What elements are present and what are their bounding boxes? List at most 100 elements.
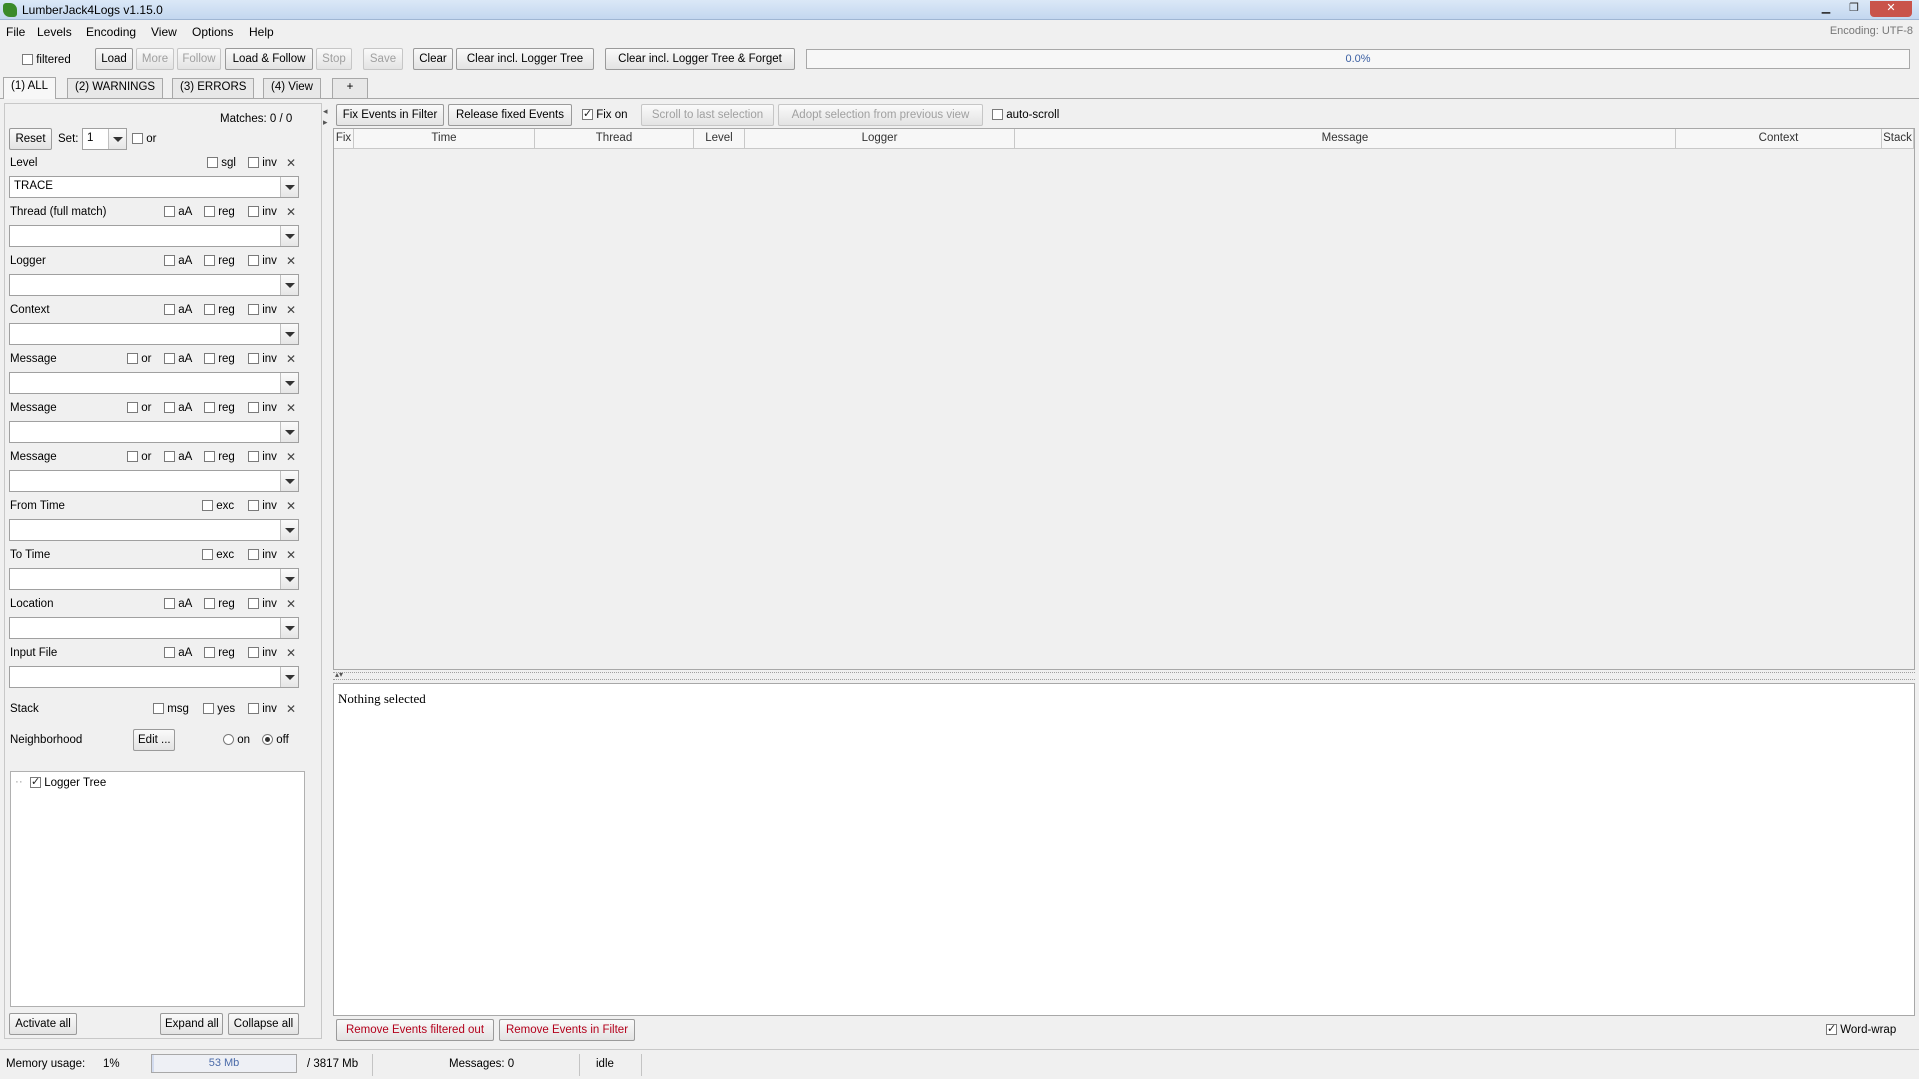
load-follow-button[interactable]: Load & Follow bbox=[225, 48, 313, 70]
auto-scroll-checkbox[interactable] bbox=[992, 109, 1003, 121]
location-aa-option[interactable]: aA bbox=[164, 598, 192, 610]
menu-encoding[interactable]: Encoding bbox=[86, 25, 136, 39]
thread-reg-checkbox[interactable] bbox=[204, 206, 215, 218]
menu-levels[interactable]: Levels bbox=[37, 25, 72, 39]
fix-events-in-filter-button[interactable]: Fix Events in Filter bbox=[336, 104, 444, 126]
release-fixed-events-button[interactable]: Release fixed Events bbox=[448, 104, 572, 126]
neighborhood-off-radio[interactable] bbox=[262, 734, 273, 746]
to-time-exc-option[interactable]: exc bbox=[202, 549, 234, 561]
tab-warnings[interactable]: (2) WARNINGS bbox=[67, 78, 164, 98]
context-aa-option[interactable]: aA bbox=[164, 304, 192, 316]
collapse-left-icon[interactable]: ◂ bbox=[323, 106, 328, 117]
logger-inv-option[interactable]: inv bbox=[248, 255, 277, 267]
from-time-exc-option[interactable]: exc bbox=[202, 500, 234, 512]
chevron-down-icon[interactable] bbox=[108, 129, 126, 149]
location-reg-checkbox[interactable] bbox=[204, 598, 215, 610]
thread-inv-checkbox[interactable] bbox=[248, 206, 259, 218]
message-3-aa-checkbox[interactable] bbox=[164, 451, 175, 463]
activate-all-button[interactable]: Activate all bbox=[9, 1013, 77, 1035]
clear-logger-tree-button[interactable]: Clear incl. Logger Tree bbox=[456, 48, 594, 70]
message-2-or-checkbox[interactable] bbox=[127, 402, 138, 414]
input-file-reg-option[interactable]: reg bbox=[204, 647, 235, 659]
save-button[interactable]: Save bbox=[363, 48, 403, 70]
message-1-input[interactable] bbox=[9, 372, 299, 394]
filtered-checkbox[interactable] bbox=[22, 54, 33, 66]
scroll-last-selection-button[interactable]: Scroll to last selection bbox=[641, 104, 774, 126]
fix-on-checkbox[interactable] bbox=[582, 107, 593, 121]
column-header-logger[interactable]: Logger bbox=[745, 129, 1015, 149]
thread-input[interactable] bbox=[9, 225, 299, 247]
tab-all[interactable]: (1) ALL bbox=[3, 77, 57, 99]
thread-aa-option[interactable]: aA bbox=[164, 206, 192, 218]
context-reg-option[interactable]: reg bbox=[204, 304, 235, 316]
clear-logger-tree-forget-button[interactable]: Clear incl. Logger Tree & Forget bbox=[605, 48, 795, 70]
to-time-inv-option[interactable]: inv bbox=[248, 549, 277, 561]
message-2-inv-option[interactable]: inv bbox=[248, 402, 277, 414]
location-inv-option[interactable]: inv bbox=[248, 598, 277, 610]
location-input[interactable] bbox=[9, 617, 299, 639]
neighborhood-edit-button[interactable]: Edit ... bbox=[133, 729, 175, 751]
message-3-inv-checkbox[interactable] bbox=[248, 451, 259, 463]
chevron-down-icon[interactable] bbox=[280, 667, 298, 687]
chevron-down-icon[interactable] bbox=[280, 373, 298, 393]
location-clear-icon[interactable]: ✕ bbox=[286, 597, 296, 611]
input-file-inv-checkbox[interactable] bbox=[248, 647, 259, 659]
input-file-reg-checkbox[interactable] bbox=[204, 647, 215, 659]
chevron-down-icon[interactable] bbox=[280, 618, 298, 638]
logger-tree-root[interactable]: Logger Tree bbox=[30, 775, 106, 789]
message-1-or-option[interactable]: or bbox=[127, 353, 151, 365]
chevron-down-icon[interactable] bbox=[280, 569, 298, 589]
context-inv-option[interactable]: inv bbox=[248, 304, 277, 316]
column-header-message[interactable]: Message bbox=[1015, 129, 1676, 149]
message-2-reg-option[interactable]: reg bbox=[204, 402, 235, 414]
message-3-reg-checkbox[interactable] bbox=[204, 451, 215, 463]
location-reg-option[interactable]: reg bbox=[204, 598, 235, 610]
tab-view[interactable]: (4) View bbox=[263, 78, 321, 98]
expand-all-button[interactable]: Expand all bbox=[160, 1013, 223, 1035]
to-time-inv-checkbox[interactable] bbox=[248, 549, 259, 561]
column-header-level[interactable]: Level bbox=[694, 129, 745, 149]
stack-inv-option[interactable]: inv bbox=[248, 703, 277, 715]
set-select[interactable]: 1 bbox=[82, 128, 127, 150]
remove-events-in-filter-button[interactable]: Remove Events in Filter bbox=[499, 1019, 635, 1041]
input-file-aa-option[interactable]: aA bbox=[164, 647, 192, 659]
column-header-context[interactable]: Context bbox=[1676, 129, 1882, 149]
events-table[interactable]: Fix Time Thread Level Logger Message Con… bbox=[333, 128, 1915, 670]
from-time-inv-checkbox[interactable] bbox=[248, 500, 259, 512]
from-time-exc-checkbox[interactable] bbox=[202, 500, 213, 512]
load-button[interactable]: Load bbox=[95, 48, 133, 70]
neighborhood-on-option[interactable]: on bbox=[223, 734, 250, 746]
remove-events-filtered-out-button[interactable]: Remove Events filtered out bbox=[336, 1019, 494, 1041]
thread-aa-checkbox[interactable] bbox=[164, 206, 175, 218]
stop-button[interactable]: Stop bbox=[316, 48, 352, 70]
message-1-inv-checkbox[interactable] bbox=[248, 353, 259, 365]
thread-reg-option[interactable]: reg bbox=[204, 206, 235, 218]
location-inv-checkbox[interactable] bbox=[248, 598, 259, 610]
word-wrap-toggle[interactable]: Word-wrap bbox=[1826, 1022, 1896, 1036]
input-file-inv-option[interactable]: inv bbox=[248, 647, 277, 659]
logger-reg-checkbox[interactable] bbox=[204, 255, 215, 267]
input-file-clear-icon[interactable]: ✕ bbox=[286, 646, 296, 660]
collapse-all-button[interactable]: Collapse all bbox=[228, 1013, 299, 1035]
column-header-thread[interactable]: Thread bbox=[535, 129, 694, 149]
reset-button[interactable]: Reset bbox=[9, 128, 52, 150]
divider-arrows-icon[interactable]: ▴▾ bbox=[335, 670, 343, 679]
stack-msg-option[interactable]: msg bbox=[153, 703, 189, 715]
message-1-reg-checkbox[interactable] bbox=[204, 353, 215, 365]
chevron-down-icon[interactable] bbox=[280, 177, 298, 197]
from-time-inv-option[interactable]: inv bbox=[248, 500, 277, 512]
thread-clear-icon[interactable]: ✕ bbox=[286, 205, 296, 219]
menu-options[interactable]: Options bbox=[192, 25, 233, 39]
more-button[interactable]: More bbox=[136, 48, 174, 70]
message-1-inv-option[interactable]: inv bbox=[248, 353, 277, 365]
message-3-reg-option[interactable]: reg bbox=[204, 451, 235, 463]
level-inv-checkbox[interactable] bbox=[248, 157, 259, 169]
stack-yes-checkbox[interactable] bbox=[203, 703, 214, 715]
logger-clear-icon[interactable]: ✕ bbox=[286, 254, 296, 268]
clear-button[interactable]: Clear bbox=[413, 48, 453, 70]
message-3-or-option[interactable]: or bbox=[127, 451, 151, 463]
menu-file[interactable]: File bbox=[6, 25, 25, 39]
word-wrap-checkbox[interactable] bbox=[1826, 1022, 1837, 1036]
neighborhood-on-radio[interactable] bbox=[223, 734, 234, 746]
message-2-aa-option[interactable]: aA bbox=[164, 402, 192, 414]
